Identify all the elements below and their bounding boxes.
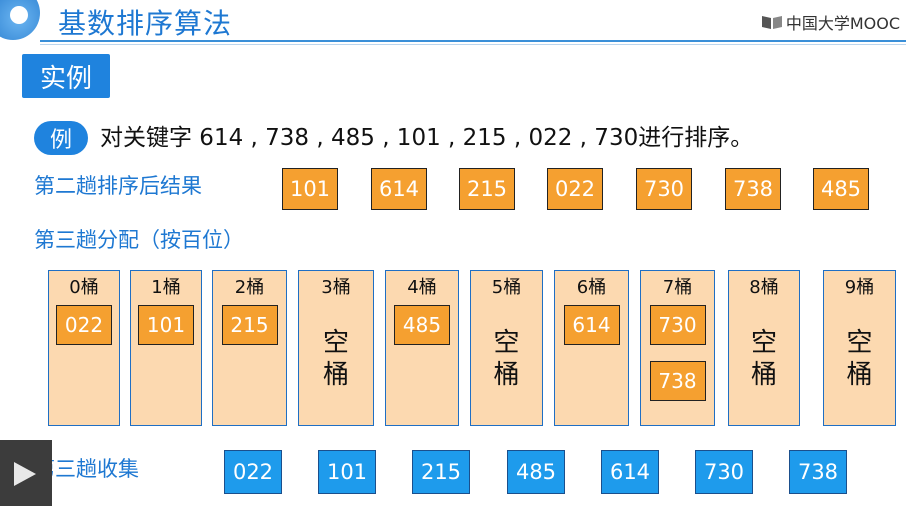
- pass2-value-box: 101: [282, 168, 338, 210]
- bucket-3: 3桶空桶: [298, 270, 374, 426]
- pass3-collect-value-box: 485: [507, 450, 565, 494]
- pass3-collect-value-box: 101: [318, 450, 376, 494]
- bucket-1: 1桶 101: [130, 270, 202, 426]
- bucket-label: 9桶: [844, 277, 875, 298]
- bucket-5: 5桶空桶: [470, 270, 543, 426]
- bucket-9: 9桶空桶: [823, 270, 896, 426]
- pass3-collect-value-box: 022: [224, 450, 282, 494]
- bucket-item: 022: [56, 305, 112, 345]
- bucket-item: 730: [649, 305, 706, 345]
- bucket-item: 738: [649, 361, 706, 401]
- play-icon: [14, 462, 36, 486]
- bucket-7: 7桶 730 738: [640, 270, 715, 426]
- pass3-collect-value-box: 614: [601, 450, 659, 494]
- bucket-label: 2桶: [234, 277, 265, 298]
- bucket-label: 0桶: [69, 277, 99, 298]
- play-button[interactable]: [0, 440, 52, 506]
- bucket-label: 5桶: [491, 277, 522, 298]
- example-pill: 例: [34, 121, 88, 155]
- bucket-empty-label: 空桶: [493, 328, 520, 390]
- bucket-item: 485: [394, 305, 450, 345]
- bucket-6: 6桶 614: [554, 270, 629, 426]
- section-tag: 实例: [22, 54, 110, 98]
- pass2-value-box: 215: [459, 168, 515, 210]
- bucket-label: 1桶: [151, 277, 181, 298]
- pass3-collect-value-box: 738: [789, 450, 847, 494]
- bucket-label: 7桶: [662, 277, 693, 298]
- bucket-item: 614: [563, 305, 620, 345]
- pass3-collect-value-box: 215: [412, 450, 470, 494]
- bucket-label: 8桶: [749, 277, 779, 298]
- bucket-label: 4桶: [407, 277, 437, 298]
- bucket-8: 8桶空桶: [728, 270, 800, 426]
- bucket-label: 6桶: [576, 277, 607, 298]
- pass2-value-box: 022: [547, 168, 603, 210]
- header-line-thin: [40, 44, 906, 45]
- pass2-value-box: 730: [636, 168, 692, 210]
- bucket-0: 0桶 022: [48, 270, 120, 426]
- pass2-value-box: 485: [813, 168, 869, 210]
- pass3-distribute-label: 第三趟分配（按百位）: [34, 228, 244, 252]
- pass3-collect-value-box: 730: [695, 450, 753, 494]
- bucket-4: 4桶 485: [385, 270, 459, 426]
- page-title: 基数排序算法: [58, 7, 233, 40]
- bucket-item: 101: [138, 305, 194, 345]
- brand-logo: 中国大学MOOC: [761, 10, 900, 34]
- brand-text: 中国大学MOOC: [785, 14, 900, 33]
- bucket-empty-label: 空桶: [750, 328, 777, 390]
- bucket-item: 215: [221, 305, 278, 345]
- example-text: 对关键字 614 , 738 , 485 , 101 , 215 , 022 ,…: [100, 125, 754, 151]
- mooc-book-icon: [761, 16, 782, 29]
- pass2-value-box: 738: [725, 168, 781, 210]
- bucket-2: 2桶 215: [212, 270, 287, 426]
- bucket-empty-label: 空桶: [322, 328, 349, 390]
- bucket-label: 3桶: [321, 277, 351, 298]
- pass2-value-box: 614: [371, 168, 427, 210]
- pass2-label: 第二趟排序后结果: [34, 174, 202, 198]
- bucket-empty-label: 空桶: [846, 328, 873, 390]
